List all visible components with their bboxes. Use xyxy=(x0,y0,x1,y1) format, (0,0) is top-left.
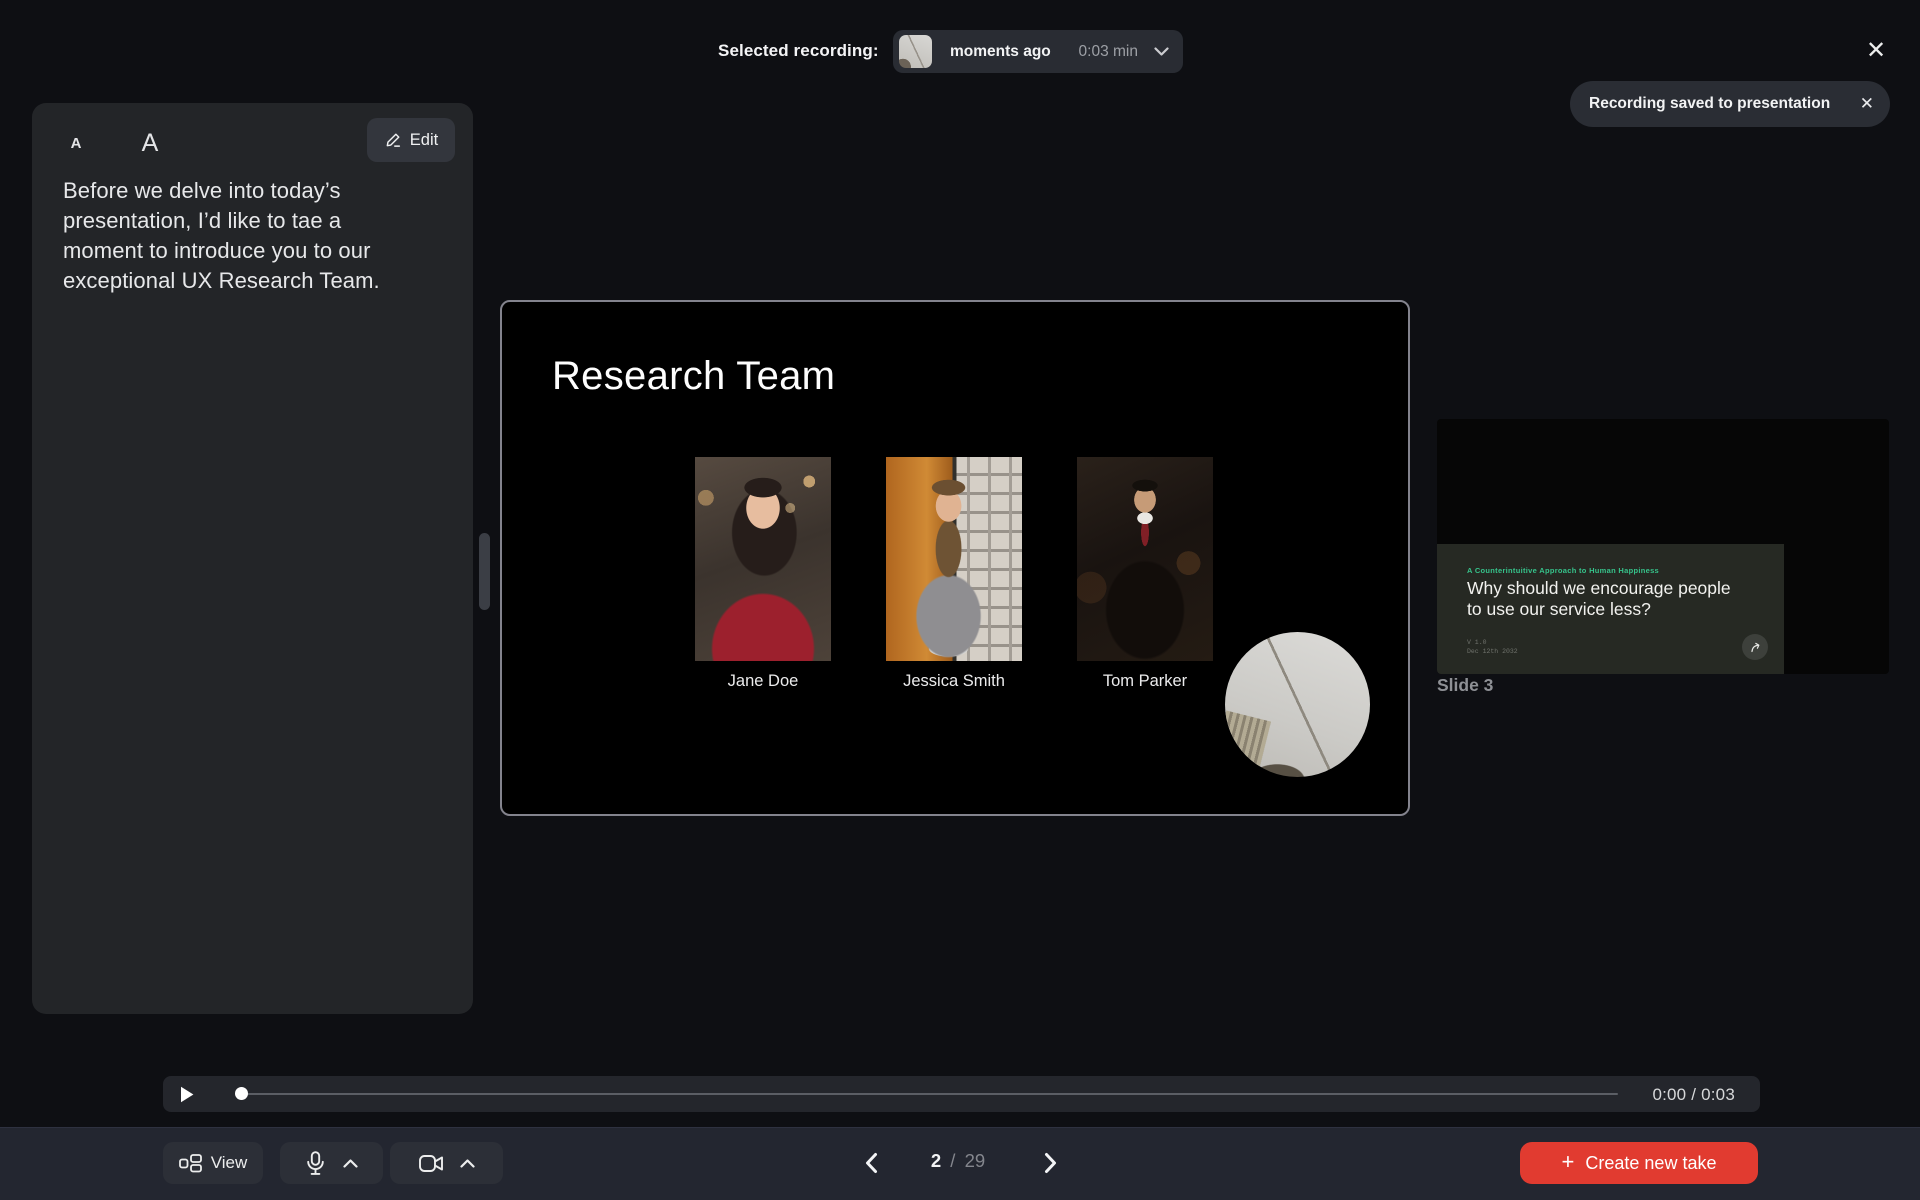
footer-toolbar: View 2 / 29 + Create new take xyxy=(0,1127,1920,1200)
recording-thumbnail xyxy=(899,35,932,68)
chevron-up-icon[interactable] xyxy=(343,1158,358,1168)
next-slide-thumbnail[interactable]: A Counterintuitive Approach to Human Hap… xyxy=(1437,419,1889,674)
team-member-card: Jane Doe xyxy=(695,457,831,691)
create-take-label: Create new take xyxy=(1585,1152,1717,1173)
view-button[interactable]: View xyxy=(163,1142,263,1184)
next-slide-title: Why should we encourage people to use ou… xyxy=(1467,578,1731,619)
team-photo-jane-doe xyxy=(695,457,831,661)
chevron-down-icon xyxy=(1154,47,1169,56)
playback-bar: 0:00 / 0:03 xyxy=(163,1076,1760,1112)
teleprompter-panel: A A Edit Before we delve into today’s pr… xyxy=(32,103,473,1014)
team-member-card: Jessica Smith xyxy=(886,457,1022,691)
current-slide-preview: Research Team Jane Doe Jessica Smith Tom… xyxy=(500,300,1410,816)
next-slide-meta: V 1.0 Dec 12th 2032 xyxy=(1467,638,1518,656)
chevron-left-icon xyxy=(864,1152,878,1174)
recording-selector-dropdown[interactable]: moments ago 0:03 min xyxy=(893,30,1183,73)
microphone-icon xyxy=(305,1150,326,1176)
edit-button-label: Edit xyxy=(409,130,439,149)
team-member-name: Jane Doe xyxy=(727,672,799,690)
next-slide-button[interactable] xyxy=(1035,1147,1067,1179)
create-new-take-button[interactable]: + Create new take xyxy=(1520,1142,1758,1184)
next-slide-card: A Counterintuitive Approach to Human Hap… xyxy=(1437,544,1784,674)
slide-title: Research Team xyxy=(552,354,836,398)
playback-scrubber-track[interactable] xyxy=(243,1093,1618,1095)
team-member-card: Tom Parker xyxy=(1077,457,1213,691)
teleprompter-script-text: Before we delve into today’s presentatio… xyxy=(63,178,380,293)
plus-icon: + xyxy=(1561,1149,1575,1174)
edit-script-button[interactable]: Edit xyxy=(367,118,455,162)
recording-review-screen: Selected recording: moments ago 0:03 min… xyxy=(0,0,1920,1200)
toast-close-icon[interactable]: ✕ xyxy=(1860,94,1874,114)
chevron-right-icon xyxy=(1044,1152,1058,1174)
font-size-increase-button[interactable]: A xyxy=(128,121,172,165)
selected-recording-label: Selected recording: xyxy=(718,41,879,60)
team-photo-jessica-smith xyxy=(886,457,1022,661)
camera-icon xyxy=(418,1154,444,1172)
chevron-up-icon[interactable] xyxy=(459,1158,475,1168)
slide-page-indicator: 2 / 29 xyxy=(898,1150,1018,1172)
page-total: 29 xyxy=(964,1150,986,1171)
team-photo-tom-parker xyxy=(1077,457,1213,661)
next-slide-date: Dec 12th 2032 xyxy=(1467,648,1518,655)
team-member-name: Tom Parker xyxy=(1102,672,1188,690)
font-size-decrease-button[interactable]: A xyxy=(54,121,98,165)
layout-view-icon xyxy=(178,1153,202,1173)
saved-toast: Recording saved to presentation ✕ xyxy=(1570,81,1890,127)
previous-slide-button[interactable] xyxy=(855,1147,887,1179)
recording-time-ago: moments ago xyxy=(950,42,1051,60)
share-arrow-button xyxy=(1742,634,1768,660)
next-slide-version: V 1.0 xyxy=(1467,639,1487,646)
pencil-icon xyxy=(384,131,402,149)
next-slide-eyebrow: A Counterintuitive Approach to Human Hap… xyxy=(1467,566,1660,575)
camera-button[interactable] xyxy=(390,1142,503,1184)
panel-resize-handle[interactable] xyxy=(479,533,490,610)
microphone-button[interactable] xyxy=(280,1142,383,1184)
view-button-label: View xyxy=(210,1153,248,1172)
team-member-name: Jessica Smith xyxy=(903,672,1005,690)
page-separator: / xyxy=(950,1150,956,1171)
playback-scrubber-knob[interactable] xyxy=(235,1087,248,1100)
toast-message: Recording saved to presentation xyxy=(1589,95,1831,112)
page-current: 2 xyxy=(930,1150,942,1171)
arrow-up-right-icon xyxy=(1750,642,1761,653)
webcam-overlay xyxy=(1225,632,1370,777)
play-button[interactable] xyxy=(175,1082,199,1106)
recording-duration: 0:03 min xyxy=(1078,42,1138,60)
close-icon[interactable]: ✕ xyxy=(1856,30,1896,70)
next-slide-label: Slide 3 xyxy=(1437,675,1494,695)
playback-time: 0:00 / 0:03 xyxy=(1652,1085,1735,1104)
